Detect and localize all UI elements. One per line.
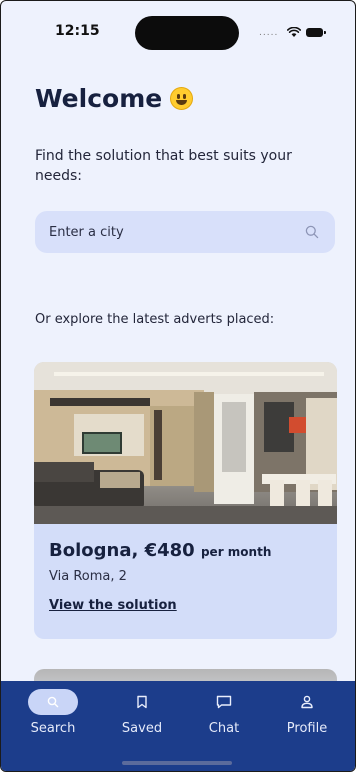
dynamic-island [135, 16, 239, 50]
search-icon [47, 696, 59, 708]
welcome-subtitle: Find the solution that best suits your n… [35, 148, 292, 184]
wifi-icon [287, 27, 301, 37]
advert-card[interactable]: Bologna, €480 per month Via Roma, 2 View… [34, 362, 337, 639]
home-indicator [122, 761, 232, 765]
battery-icon [306, 28, 326, 37]
advert-city: Bologna [49, 540, 132, 561]
city-search-bar[interactable] [35, 211, 335, 253]
status-time: 12:15 [55, 23, 100, 39]
tab-profile[interactable]: Profile [267, 689, 347, 736]
city-search-input[interactable] [49, 224, 279, 240]
tab-saved[interactable]: Saved [102, 689, 182, 736]
search-icon[interactable] [305, 225, 319, 239]
advert-photo [34, 362, 337, 524]
tab-search-label: Search [30, 721, 76, 736]
advert-price: €480 [144, 540, 195, 561]
advert-price-unit: per month [200, 545, 272, 559]
page-title: Welcome [35, 84, 194, 113]
person-icon [301, 695, 313, 709]
tab-saved-label: Saved [121, 721, 163, 736]
advert-address: Via Roma, 2 [49, 569, 127, 584]
chat-bubble-icon [216, 695, 232, 709]
welcome-heading: Welcome [35, 84, 163, 113]
tab-profile-label: Profile [286, 721, 328, 736]
signal-icon: ..... [259, 28, 279, 38]
tab-chat-label: Chat [208, 721, 240, 736]
tab-bar: Search Saved Chat Profile [1, 681, 355, 771]
bookmark-icon [137, 695, 147, 709]
view-solution-link[interactable]: View the solution [49, 598, 177, 613]
tab-chat[interactable]: Chat [184, 689, 264, 736]
explore-adverts-text: Or explore the latest adverts placed: [35, 312, 275, 327]
smiling-face-icon [170, 87, 194, 110]
advert-title: Bologna, €480 per month [49, 540, 272, 561]
app-screen: 12:15 ..... Welcome Find the solution th… [0, 0, 356, 772]
status-bar: 12:15 ..... [1, 1, 355, 61]
tab-search[interactable]: Search [13, 689, 93, 736]
